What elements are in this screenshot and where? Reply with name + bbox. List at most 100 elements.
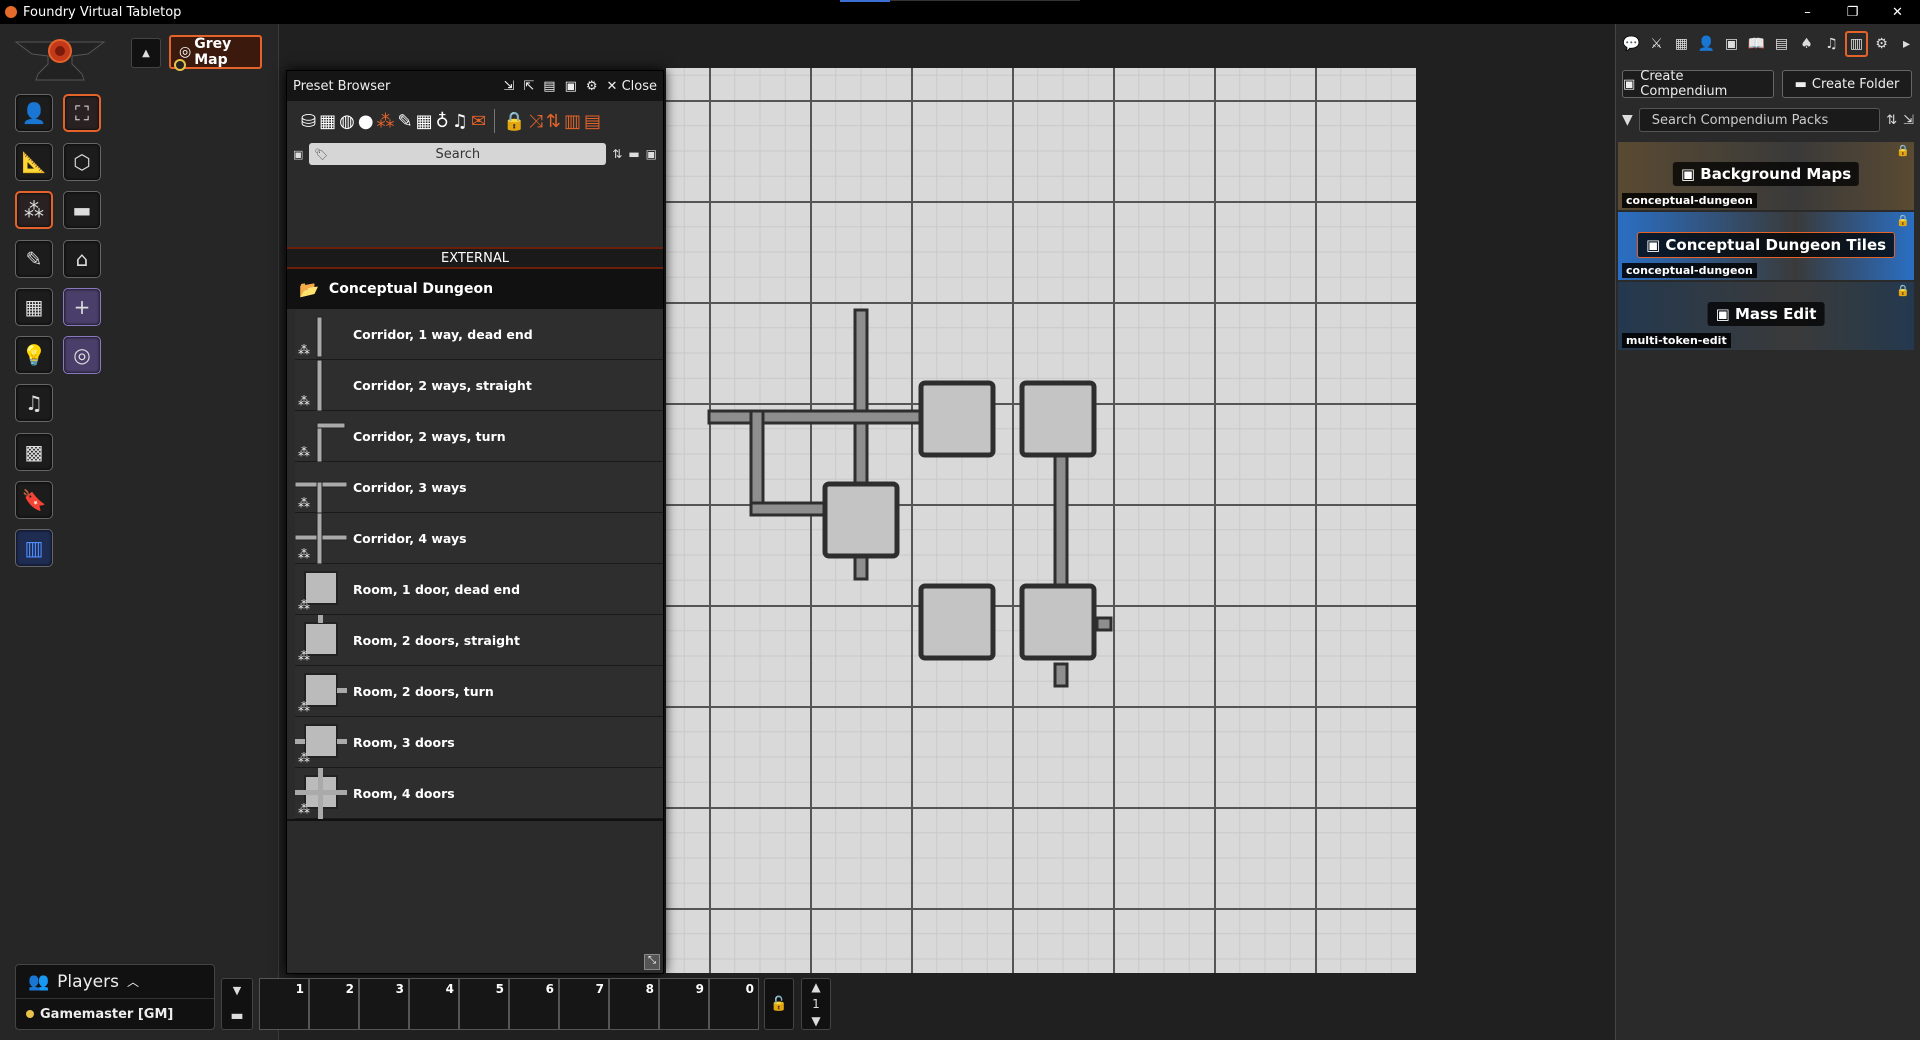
browse-folder-button[interactable]: ▬: [63, 191, 101, 229]
chevron-up-icon[interactable]: ︿: [127, 973, 139, 990]
token-type-icon[interactable]: ●: [358, 111, 374, 132]
macro-folder-icon[interactable]: ▬: [230, 1008, 243, 1024]
sidebar-tab-playlists[interactable]: ♫: [1820, 31, 1843, 57]
drawing-controls-button[interactable]: ✎: [15, 240, 53, 278]
sidebar-tab-cards[interactable]: ♠: [1795, 31, 1818, 57]
sidebar-tab-items[interactable]: ▣: [1720, 31, 1743, 57]
file-icon[interactable]: ▤: [584, 111, 601, 132]
export-icon[interactable]: ⇱: [523, 79, 534, 94]
walls-controls-button[interactable]: ▦: [15, 288, 53, 326]
page-down-icon[interactable]: ▼: [811, 1014, 820, 1028]
close-button[interactable]: ✕ Close: [607, 79, 657, 94]
filter-icon[interactable]: ▼: [1622, 112, 1633, 128]
sidebar-tab-actors[interactable]: 👤: [1695, 31, 1718, 57]
macro-slot[interactable]: 9: [659, 978, 709, 1030]
compendium-browser-button[interactable]: ▥: [15, 529, 53, 567]
note-type-icon[interactable]: ✉: [471, 111, 486, 132]
cube-tool-button[interactable]: ⬡: [63, 143, 101, 181]
grid-icon[interactable]: ▥: [564, 111, 581, 132]
close-window-button[interactable]: ✕: [1875, 0, 1920, 24]
preset-item[interactable]: ⁂ Corridor, 1 way, dead end: [295, 309, 663, 360]
gear-icon[interactable]: ⚙: [586, 79, 598, 94]
compendium-pack[interactable]: ▣ Conceptual Dungeon Tiles conceptual-dun…: [1618, 212, 1914, 280]
create-compendium-button[interactable]: ▣ Create Compendium: [1622, 69, 1774, 99]
tile-controls-button[interactable]: ⁂: [15, 191, 53, 229]
preset-item[interactable]: ⁂ Room, 4 doors: [295, 767, 663, 819]
scene-map[interactable]: [666, 68, 1416, 973]
preset-item[interactable]: ⁂ Room, 2 doors, turn: [295, 666, 663, 717]
players-panel[interactable]: 👥 Players ︿ Gamemaster [GM]: [15, 964, 215, 1030]
sidebar-tab-combat[interactable]: ⚔: [1645, 31, 1668, 57]
regions-controls-button[interactable]: ▩: [15, 433, 53, 471]
preset-item[interactable]: ⁂ Room, 3 doors: [295, 717, 663, 768]
globe-type-icon[interactable]: ◍: [339, 111, 355, 132]
macro-slot[interactable]: 0: [709, 978, 759, 1030]
sort-icon[interactable]: ⇅: [1886, 113, 1897, 128]
drawing-type-icon[interactable]: ✎: [398, 111, 413, 132]
compendium-pack[interactable]: ▣ Background Maps conceptual-dungeon 🔒: [1618, 142, 1914, 210]
preset-item[interactable]: ⁂ Corridor, 2 ways, straight: [295, 359, 663, 411]
lock-icon[interactable]: 🔒: [1896, 214, 1910, 227]
macro-slot[interactable]: 5: [459, 978, 509, 1030]
measure-controls-button[interactable]: 📐: [15, 143, 53, 181]
preset-browser-header[interactable]: Preset Browser ⇲ ⇱ ▤ ▣ ⚙ ✕ Close: [287, 71, 663, 101]
minimize-button[interactable]: –: [1785, 0, 1830, 24]
macro-slot[interactable]: 2: [309, 978, 359, 1030]
preset-item[interactable]: ⁂ Room, 1 door, dead end: [295, 564, 663, 615]
macro-slot[interactable]: 6: [509, 978, 559, 1030]
hotbar-lock-button[interactable]: 🔓: [764, 978, 794, 1030]
notes-controls-button[interactable]: 🔖: [15, 481, 53, 519]
home-tool-button[interactable]: ⌂: [63, 240, 101, 278]
archive-icon[interactable]: ▤: [543, 79, 555, 94]
preset-item[interactable]: ⁂ Corridor, 4 ways: [294, 512, 663, 564]
compendium-pack[interactable]: ▣ Mass Edit multi-token-edit 🔒: [1618, 282, 1914, 350]
wall-type-icon[interactable]: ▦: [416, 111, 433, 132]
add-tool-button[interactable]: +: [63, 288, 101, 326]
preset-browser-window[interactable]: Preset Browser ⇲ ⇱ ▤ ▣ ⚙ ✕ Close ⛁ ▦ ◍ ●…: [286, 70, 664, 974]
sort-order-icon[interactable]: ⇅: [612, 147, 622, 161]
restore-button[interactable]: ❐: [1830, 0, 1875, 24]
sidebar-tab-journal[interactable]: 📖: [1745, 31, 1768, 57]
macro-slot[interactable]: 7: [559, 978, 609, 1030]
folder-conceptual-dungeon[interactable]: 📂 Conceptual Dungeon: [287, 269, 663, 309]
book-icon[interactable]: ▣: [565, 79, 577, 94]
select-tool-button[interactable]: ⛶: [63, 94, 101, 132]
map-type-icon[interactable]: ▦: [319, 111, 336, 132]
new-folder-icon[interactable]: ▬: [628, 147, 639, 161]
collapse-folders-icon[interactable]: ⇲: [1903, 113, 1914, 128]
import-icon[interactable]: ⇲: [503, 79, 514, 94]
shuffle-icon[interactable]: ⤨: [529, 111, 543, 132]
sidebar-tab-chat[interactable]: 💬: [1620, 31, 1643, 57]
sound-type-icon[interactable]: ♫: [452, 111, 468, 132]
lighting-controls-button[interactable]: 💡: [15, 336, 53, 374]
sidebar-tab-compendium[interactable]: ▥: [1845, 31, 1868, 57]
macro-slot[interactable]: 4: [409, 978, 459, 1030]
player-row[interactable]: Gamemaster [GM]: [16, 999, 214, 1029]
folder-search-icon[interactable]: ▣: [293, 148, 303, 161]
foundry-logo[interactable]: [12, 34, 108, 84]
sort-icon[interactable]: ⇅: [546, 111, 561, 132]
spiral-tool-button[interactable]: ◎: [63, 336, 101, 374]
macro-slot[interactable]: 3: [359, 978, 409, 1030]
sidebar-tab-scenes[interactable]: ▦: [1670, 31, 1693, 57]
preset-search-input[interactable]: 🏷 Search: [309, 143, 607, 165]
resize-handle[interactable]: ⤡: [644, 954, 660, 970]
light-type-icon[interactable]: ♁: [436, 111, 449, 132]
sidebar-tab-collapse[interactable]: ▸: [1895, 31, 1918, 57]
macro-slot[interactable]: 8: [609, 978, 659, 1030]
macro-slot[interactable]: 1: [259, 978, 309, 1030]
lock-icon[interactable]: 🔒: [1896, 284, 1910, 297]
sidebar-tab-settings[interactable]: ⚙: [1870, 31, 1893, 57]
lock-icon[interactable]: 🔒: [1896, 144, 1910, 157]
caret-down-icon[interactable]: ▼: [233, 984, 241, 997]
tile-type-icon[interactable]: ⁂: [377, 111, 395, 132]
page-up-icon[interactable]: ▲: [811, 980, 820, 994]
preset-item[interactable]: ⁂ Corridor, 2 ways, turn: [295, 411, 663, 462]
create-folder-button[interactable]: ▬ Create Folder: [1782, 70, 1912, 98]
sound-controls-button[interactable]: ♫: [15, 384, 53, 422]
scene-tab-active[interactable]: ◎ Grey Map: [169, 35, 262, 71]
actor-type-icon[interactable]: ⛁: [301, 111, 316, 132]
token-controls-button[interactable]: 👤: [15, 94, 53, 132]
collapse-all-icon[interactable]: ▣: [646, 147, 657, 161]
preset-item[interactable]: ⁂ Corridor, 3 ways: [294, 462, 663, 513]
